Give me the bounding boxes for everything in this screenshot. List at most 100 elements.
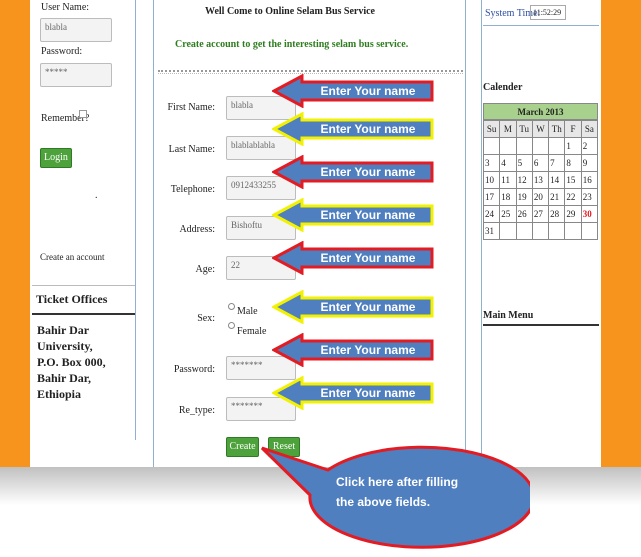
female-radio[interactable] <box>228 322 235 329</box>
calendar-day-today[interactable]: 30 <box>580 205 599 223</box>
calendar-day[interactable] <box>564 222 582 240</box>
calendar-grid: Su M Tu W Th F Sa 12 3456789 10 11 12 13 14 1… <box>482 120 599 240</box>
calendar-day[interactable]: 22 <box>564 188 582 206</box>
login-button[interactable]: Login <box>40 148 72 168</box>
right-column-divider <box>481 0 482 467</box>
calendar-day[interactable]: 20 <box>531 188 550 206</box>
main-menu-heading: Main Menu <box>483 310 534 321</box>
password-field-label: Password: <box>173 364 215 375</box>
calendar-day[interactable]: 1 <box>564 137 582 155</box>
calendar-day[interactable]: 23 <box>580 188 599 206</box>
annotation-arrow-yellow: Enter Your name <box>272 112 434 146</box>
calendar-day[interactable]: 21 <box>548 188 566 206</box>
system-time-value: 11:52:29 <box>530 5 566 20</box>
calendar-day[interactable]: 10 <box>482 171 501 189</box>
calendar-day[interactable] <box>531 222 550 240</box>
day-header: Sa <box>580 120 599 138</box>
ticket-divider-bottom <box>32 313 135 315</box>
first-name-label: First Name: <box>167 102 216 113</box>
dot-text: . <box>95 190 98 201</box>
calendar-day[interactable]: 16 <box>580 171 599 189</box>
calendar-day[interactable]: 3 <box>482 154 501 172</box>
calendar-day[interactable]: 28 <box>548 205 566 223</box>
annotation-arrow-red: Enter Your name <box>272 241 434 275</box>
calendar-day[interactable]: 9 <box>580 154 599 172</box>
calendar-day[interactable]: 19 <box>515 188 533 206</box>
calendar: March 2013 Su M Tu W Th F Sa 12 3456789 … <box>482 103 599 240</box>
welcome-heading: Well Come to Online Selam Bus Service <box>205 6 375 17</box>
remember-checkbox[interactable] <box>79 110 87 118</box>
calendar-day[interactable] <box>499 137 517 155</box>
left-orange-border <box>0 0 30 467</box>
calendar-day[interactable]: 14 <box>548 171 566 189</box>
address-line: University, <box>37 339 93 353</box>
ticket-offices-title: Ticket Offices <box>36 292 108 306</box>
calendar-day[interactable]: 4 <box>499 154 517 172</box>
arrow-label: Enter Your name <box>320 208 416 222</box>
callout-line-1: Click here after filling <box>336 475 459 489</box>
retype-label: Re_type: <box>178 405 215 416</box>
calendar-day[interactable]: 15 <box>564 171 582 189</box>
username-input[interactable]: blabla <box>40 18 112 42</box>
calendar-day[interactable]: 31 <box>482 222 501 240</box>
calendar-day[interactable] <box>515 222 533 240</box>
address-line: Bahir Dar, <box>37 371 92 385</box>
address-line: P.O. Box 000, <box>37 355 106 369</box>
calendar-day[interactable]: 17 <box>482 188 501 206</box>
calendar-day[interactable]: 11 <box>499 171 517 189</box>
annotation-arrow-red: Enter Your name <box>272 333 434 367</box>
female-label: Female <box>237 326 267 337</box>
day-header: M <box>499 120 517 138</box>
calendar-day[interactable]: 25 <box>499 205 517 223</box>
calendar-day[interactable]: 26 <box>515 205 533 223</box>
password-input[interactable]: ***** <box>40 63 112 87</box>
calendar-day[interactable]: 29 <box>564 205 582 223</box>
calendar-day[interactable] <box>531 137 550 155</box>
day-header: Su <box>482 120 501 138</box>
arrow-label: Enter Your name <box>320 386 416 400</box>
telephone-label: Telephone: <box>170 184 215 195</box>
calendar-day[interactable] <box>548 222 566 240</box>
age-label: Age: <box>195 264 215 275</box>
male-label: Male <box>237 306 258 317</box>
annotation-arrow-yellow: Enter Your name <box>272 290 434 324</box>
right-orange-border <box>601 0 641 467</box>
calendar-day[interactable] <box>515 137 533 155</box>
calendar-day[interactable]: 27 <box>531 205 550 223</box>
last-name-label: Last Name: <box>168 144 215 155</box>
sex-label: Sex: <box>197 313 215 324</box>
calendar-day[interactable] <box>482 137 501 155</box>
ticket-divider-top <box>32 285 135 286</box>
calendar-day[interactable]: 6 <box>531 154 550 172</box>
calendar-day[interactable] <box>499 222 517 240</box>
calendar-month-title: March 2013 <box>483 103 598 120</box>
main-right-divider <box>465 0 466 467</box>
create-account-link[interactable]: Create an account <box>40 252 104 262</box>
arrow-label: Enter Your name <box>320 122 416 136</box>
calendar-day[interactable] <box>580 222 599 240</box>
calendar-day[interactable]: 5 <box>515 154 533 172</box>
male-radio[interactable] <box>228 303 235 310</box>
calendar-day[interactable]: 12 <box>515 171 533 189</box>
annotation-arrow-yellow: Enter Your name <box>272 376 434 410</box>
annotation-arrow-yellow: Enter Your name <box>272 198 434 232</box>
left-column-divider <box>135 0 136 440</box>
ticket-office-address: Bahir Dar University, P.O. Box 000, Bahi… <box>37 322 106 402</box>
address-label: Address: <box>179 224 215 235</box>
calendar-day[interactable]: 2 <box>580 137 599 155</box>
arrow-label: Enter Your name <box>320 165 416 179</box>
address-line: Ethiopia <box>37 387 82 401</box>
calendar-day[interactable] <box>548 137 566 155</box>
calendar-day[interactable]: 24 <box>482 205 501 223</box>
calendar-day[interactable]: 13 <box>531 171 550 189</box>
callout-line-2: the above fields. <box>336 495 431 509</box>
callout-text: Click here after filling the above field… <box>336 472 516 512</box>
arrow-label: Enter Your name <box>320 300 416 314</box>
calendar-day[interactable]: 18 <box>499 188 517 206</box>
time-divider <box>483 25 599 26</box>
annotation-arrow-red: Enter Your name <box>272 74 434 108</box>
address-line: Bahir Dar <box>37 323 90 337</box>
annotation-arrow-red: Enter Your name <box>272 155 434 189</box>
calendar-day[interactable]: 8 <box>564 154 582 172</box>
calendar-day[interactable]: 7 <box>548 154 566 172</box>
